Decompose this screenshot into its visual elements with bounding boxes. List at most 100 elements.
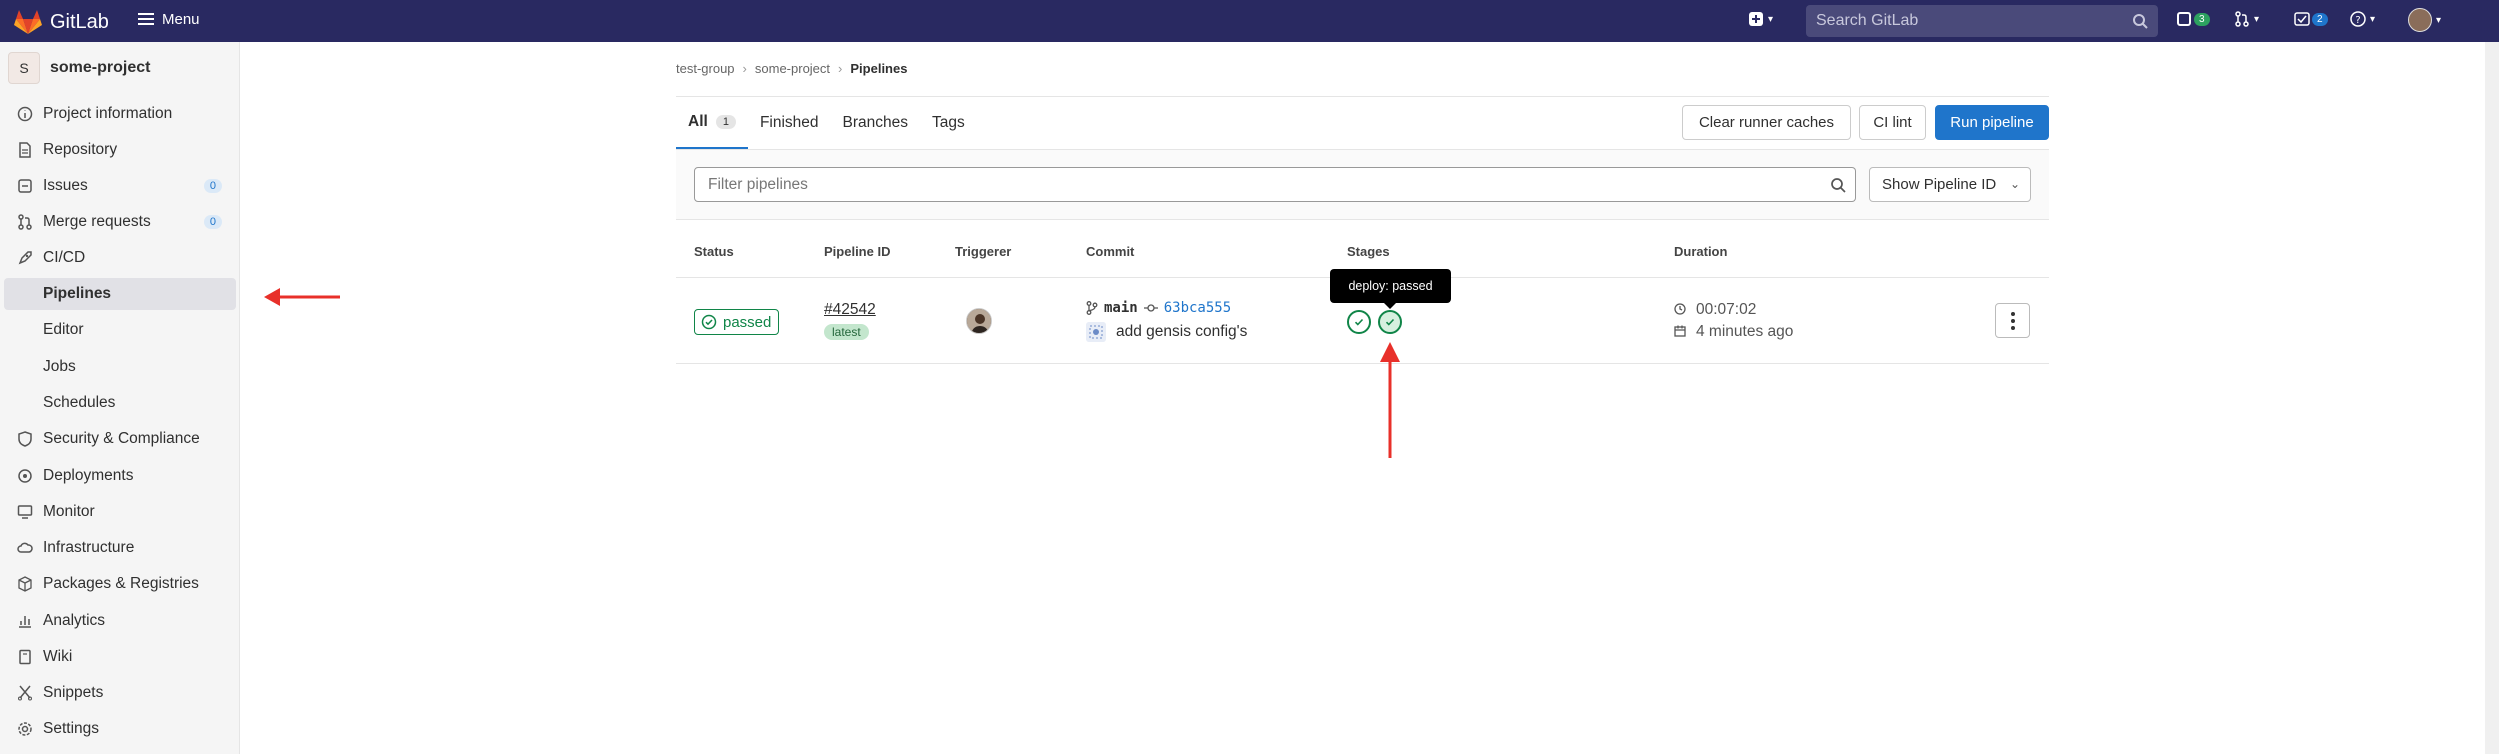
tab-all[interactable]: All 1 <box>676 96 748 149</box>
chevron-down-icon: ▾ <box>2254 13 2260 25</box>
show-pipeline-id-dropdown[interactable]: Show Pipeline ID ⌄ <box>1869 167 2031 202</box>
pipeline-finished-time: 4 minutes ago <box>1674 323 1793 341</box>
breadcrumb-current[interactable]: Pipelines <box>850 61 907 76</box>
commit-author-avatar[interactable] <box>1086 322 1106 342</box>
pipeline-id-link[interactable]: #42542 <box>824 301 876 319</box>
branch-name-link[interactable]: main <box>1104 300 1138 316</box>
plus-square-icon <box>1749 12 1763 26</box>
sidebar-item-monitor[interactable]: Monitor <box>0 496 238 528</box>
sidebar-item-settings[interactable]: Settings <box>0 713 238 745</box>
filter-search-button[interactable] <box>1821 167 1856 202</box>
commit-title: add gensis config's <box>1086 322 1247 342</box>
tab-tags[interactable]: Tags <box>920 96 977 149</box>
calendar-icon <box>1674 325 1688 340</box>
sidebar-item-label: Merge requests <box>43 213 151 230</box>
sidebar-item-packages-registries[interactable]: Packages & Registries <box>0 568 238 600</box>
sidebar-item-label: Packages & Registries <box>43 575 199 592</box>
issues-shortcut[interactable]: 3 <box>2176 11 2210 27</box>
merge-request-icon <box>17 214 33 230</box>
sidebar-item-repository[interactable]: Repository <box>0 134 238 166</box>
triggerer-avatar[interactable] <box>966 308 992 334</box>
sidebar-item-wiki[interactable]: Wiki <box>0 641 238 673</box>
chevron-down-icon: ▾ <box>1768 13 1774 25</box>
sidebar-item-security-compliance[interactable]: Security & Compliance <box>0 423 238 455</box>
gitlab-tanuki-icon <box>14 10 42 34</box>
latest-badge: latest <box>824 324 869 340</box>
filter-bar: Filter pipelines Show Pipeline ID ⌄ <box>676 150 2049 220</box>
status-success-icon <box>701 314 717 330</box>
menu-button[interactable]: Menu <box>138 10 200 28</box>
todos-shortcut[interactable]: 2 <box>2294 11 2328 27</box>
sidebar-item-label: Project information <box>43 105 173 122</box>
column-header-stages: Stages <box>1347 244 1390 259</box>
stage-build-status-icon[interactable] <box>1347 310 1371 334</box>
help-dropdown[interactable]: ? ▾ <box>2350 11 2375 27</box>
tab-count-badge: 1 <box>715 114 736 129</box>
tab-branches[interactable]: Branches <box>831 96 920 149</box>
pipeline-duration: 00:07:02 <box>1674 301 1756 319</box>
sidebar-item-editor[interactable]: Editor <box>0 314 238 346</box>
column-header-status: Status <box>694 244 734 259</box>
status-badge[interactable]: passed <box>694 309 780 335</box>
breadcrumb-group[interactable]: test-group <box>676 61 735 76</box>
sidebar-item-label: Monitor <box>43 503 95 520</box>
issues-icon <box>2177 12 2191 26</box>
new-item-dropdown[interactable]: ▾ <box>1748 11 1773 27</box>
project-sidebar: S some-project Project information Repos… <box>0 42 240 754</box>
commit-sha-link[interactable]: 63bca555 <box>1164 300 1231 316</box>
project-avatar: S <box>8 52 40 84</box>
sidebar-item-merge-requests[interactable]: Merge requests 0 <box>0 206 238 238</box>
finished-time-value: 4 minutes ago <box>1696 323 1794 340</box>
search-input[interactable]: Search GitLab <box>1806 5 2158 37</box>
search-icon <box>2133 14 2148 29</box>
run-pipeline-button[interactable]: Run pipeline <box>1935 105 2049 140</box>
commit-ref: main 63bca555 <box>1086 300 1231 316</box>
filter-pipelines-input[interactable]: Filter pipelines <box>694 167 1822 202</box>
issues-count-badge: 3 <box>2194 12 2210 26</box>
sidebar-item-issues[interactable]: Issues 0 <box>0 170 238 202</box>
scissors-icon <box>17 685 33 701</box>
app-name: GitLab <box>50 10 109 33</box>
tab-label: Branches <box>842 113 909 131</box>
clear-runner-caches-button[interactable]: Clear runner caches <box>1682 105 1851 140</box>
commit-message-link[interactable]: add gensis config's <box>1116 323 1247 341</box>
chart-icon <box>17 613 33 629</box>
user-photo-icon <box>967 309 991 333</box>
branch-icon <box>1086 301 1098 315</box>
project-header[interactable]: S some-project <box>8 52 150 84</box>
stage-deploy-status-icon[interactable] <box>1378 310 1402 334</box>
scrollbar-track[interactable] <box>2485 42 2499 754</box>
issues-count-badge: 0 <box>203 179 222 193</box>
sidebar-item-infrastructure[interactable]: Infrastructure <box>0 532 238 564</box>
hamburger-icon <box>138 10 154 28</box>
user-menu[interactable]: ▾ <box>2408 8 2441 32</box>
tab-label: All <box>688 112 708 130</box>
tab-label: Tags <box>932 113 965 131</box>
column-header-pipeline-id: Pipeline ID <box>824 244 891 259</box>
sidebar-item-schedules[interactable]: Schedules <box>0 387 238 419</box>
check-icon <box>1385 318 1395 326</box>
gear-icon <box>17 721 33 737</box>
merge-requests-dropdown[interactable]: ▾ <box>2234 11 2259 27</box>
issues-icon <box>17 178 33 194</box>
user-avatar <box>2408 8 2432 32</box>
ci-lint-button[interactable]: CI lint <box>1859 105 1926 140</box>
breadcrumb-project[interactable]: some-project <box>755 61 830 76</box>
more-actions-button[interactable] <box>1995 303 2030 338</box>
sidebar-item-pipelines[interactable]: Pipelines <box>4 278 236 310</box>
gitlab-logo[interactable]: GitLab <box>14 9 109 35</box>
sidebar-item-snippets[interactable]: Snippets <box>0 677 238 709</box>
shield-icon <box>17 431 33 447</box>
sidebar-item-project-information[interactable]: Project information <box>0 98 238 130</box>
sidebar-item-deployments[interactable]: Deployments <box>0 460 238 492</box>
sidebar-item-label: Wiki <box>43 648 73 665</box>
sidebar-item-label: Infrastructure <box>43 539 135 556</box>
merge-request-icon <box>2235 11 2249 27</box>
annotation-arrow-left-icon <box>264 288 340 306</box>
sidebar-item-analytics[interactable]: Analytics <box>0 605 238 637</box>
sidebar-item-jobs[interactable]: Jobs <box>0 351 238 383</box>
sidebar-item-label: Editor <box>43 321 84 338</box>
column-header-duration: Duration <box>1674 244 1728 259</box>
tab-finished[interactable]: Finished <box>748 96 831 149</box>
sidebar-item-cicd[interactable]: CI/CD <box>0 242 238 274</box>
